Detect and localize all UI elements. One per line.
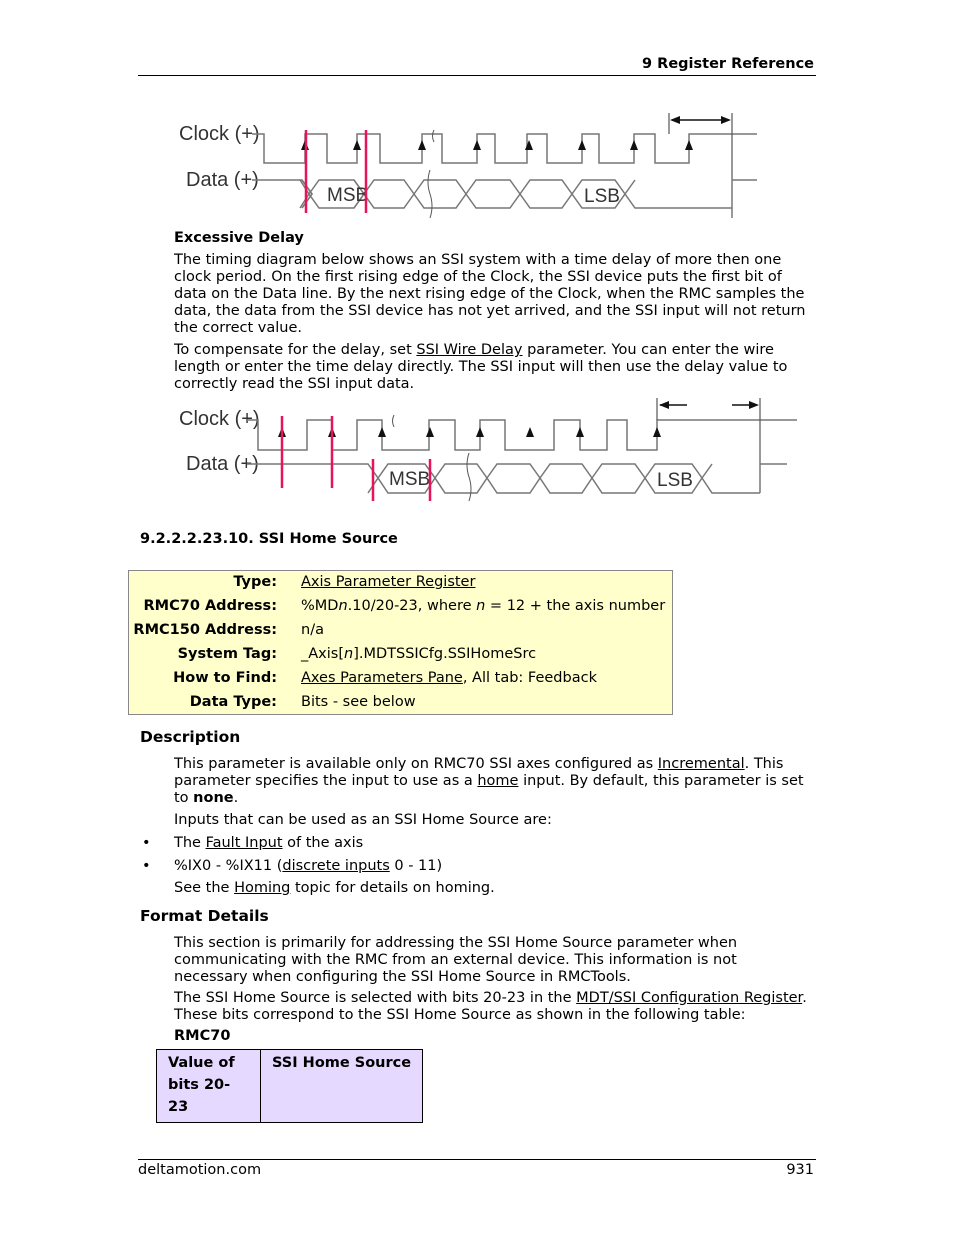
description-heading: Description xyxy=(140,728,241,746)
clock-label: Clock (+) xyxy=(179,408,260,430)
timing-diagram-normal: Clock (+) Data (+) MSB LSB xyxy=(172,108,772,218)
description-para2: Inputs that can be used as an SSI Home S… xyxy=(174,812,552,828)
msb-label: MSB xyxy=(327,185,368,206)
info-row-rmc150: RMC150 Address: n/a xyxy=(133,622,324,638)
axes-parameters-pane-link[interactable]: Axes Parameters Pane xyxy=(301,670,463,686)
table-header-source: SSI Home Source xyxy=(260,1049,423,1123)
list-item: %IX0 - %IX11 (discrete inputs 0 - 11) xyxy=(174,858,443,874)
axis-parameter-register-link[interactable]: Axis Parameter Register xyxy=(301,574,475,590)
lsb-label: LSB xyxy=(584,186,620,207)
homing-link[interactable]: Homing xyxy=(234,880,290,896)
mdt-ssi-config-register-link[interactable]: MDT/SSI Configuration Register xyxy=(576,990,802,1006)
info-row-type: Type: Axis Parameter Register xyxy=(233,574,476,590)
clock-break-mark xyxy=(392,414,395,428)
clock-waveform xyxy=(252,133,757,164)
register-info-box: Type: Axis Parameter Register RMC70 Addr… xyxy=(128,570,673,715)
list-item: The Fault Input of the axis xyxy=(174,835,364,851)
info-row-how-to-find: How to Find: Axes Parameters Pane, All t… xyxy=(173,670,597,686)
format-details-heading: Format Details xyxy=(140,907,269,925)
header-title: 9 Register Reference xyxy=(642,56,814,72)
ssi-wire-delay-link[interactable]: SSI Wire Delay xyxy=(416,342,522,358)
footer-website: deltamotion.com xyxy=(138,1162,262,1178)
clock-label: Clock (+) xyxy=(179,123,260,145)
description-para1: This parameter is available only on RMC7… xyxy=(174,756,804,806)
page-number: 931 xyxy=(786,1162,814,1178)
bullet-icon: • xyxy=(142,858,151,874)
data-break-mark xyxy=(427,169,433,218)
discrete-inputs-link[interactable]: discrete inputs xyxy=(282,858,389,874)
delay-dimension-arrow xyxy=(659,401,759,409)
description-para3: See the Homing topic for details on homi… xyxy=(174,880,495,896)
table-header-value: Value of bits 20-23 xyxy=(156,1049,261,1123)
excessive-delay-heading: Excessive Delay xyxy=(174,230,304,246)
header-divider xyxy=(138,75,816,76)
fault-input-link[interactable]: Fault Input xyxy=(206,835,283,851)
table-header-row: Value of bits 20-23 SSI Home Source xyxy=(156,1049,423,1123)
info-row-system-tag: System Tag: _Axis[n].MDTSSICfg.SSIHomeSr… xyxy=(177,646,537,662)
excessive-delay-section: Excessive Delay The timing diagram below… xyxy=(174,230,814,398)
home-link[interactable]: home xyxy=(477,773,518,789)
data-label: Data (+) xyxy=(186,169,259,191)
excessive-delay-para2: To compensate for the delay, set SSI Wir… xyxy=(174,342,788,392)
info-row-rmc70: RMC70 Address: %MDn.10/20-23, where n = … xyxy=(143,598,666,614)
msb-label: MSB xyxy=(389,469,430,490)
excessive-delay-para1: The timing diagram below shows an SSI sy… xyxy=(174,252,806,336)
footer-divider xyxy=(138,1159,816,1160)
bullet-icon: • xyxy=(142,835,151,851)
info-row-data-type: Data Type: Bits - see below xyxy=(189,694,416,710)
format-para1: This section is primarily for addressing… xyxy=(174,935,738,985)
table-label: RMC70 xyxy=(174,1028,231,1044)
data-break-mark xyxy=(466,452,472,502)
section-title: 9.2.2.2.23.10. SSI Home Source xyxy=(140,531,398,547)
format-para2: The SSI Home Source is selected with bit… xyxy=(174,990,807,1023)
home-source-table: Value of bits 20-23 SSI Home Source xyxy=(156,1049,423,1123)
clock-break-mark xyxy=(432,129,435,143)
incremental-link[interactable]: Incremental xyxy=(658,756,745,772)
clock-edge-arrows xyxy=(301,140,693,150)
lsb-label: LSB xyxy=(657,470,693,491)
data-waveform xyxy=(252,179,732,209)
clock-edge-arrows xyxy=(278,427,661,437)
timing-diagram-delayed: Clock (+) Data (+) MSB LSB xyxy=(172,393,802,503)
